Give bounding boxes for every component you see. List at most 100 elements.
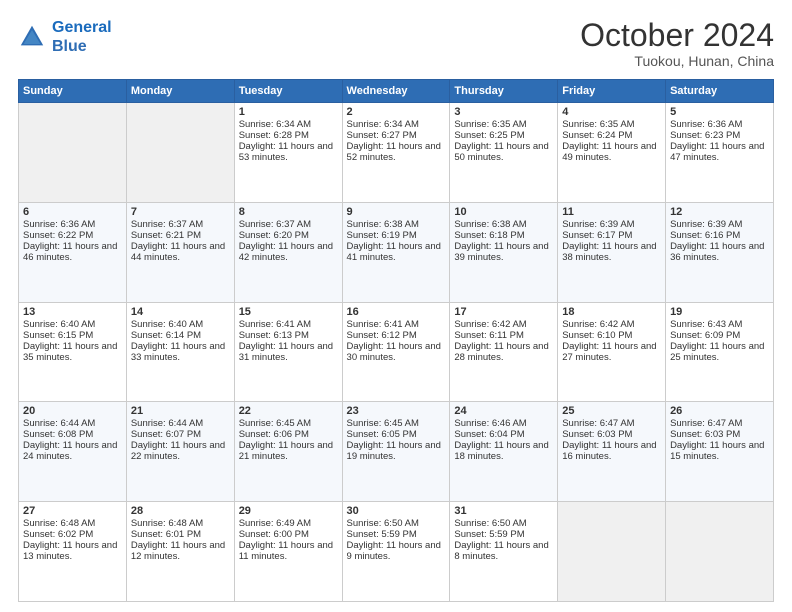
day-info: Daylight: 11 hours and 19 minutes.: [347, 440, 446, 462]
day-info: Daylight: 11 hours and 44 minutes.: [131, 241, 230, 263]
calendar-cell: 27Sunrise: 6:48 AMSunset: 6:02 PMDayligh…: [19, 502, 127, 602]
day-info: Daylight: 11 hours and 21 minutes.: [239, 440, 338, 462]
day-info: Sunset: 6:12 PM: [347, 330, 446, 341]
day-info: Daylight: 11 hours and 35 minutes.: [23, 341, 122, 363]
day-info: Daylight: 11 hours and 31 minutes.: [239, 341, 338, 363]
calendar-cell: 3Sunrise: 6:35 AMSunset: 6:25 PMDaylight…: [450, 103, 558, 203]
day-info: Sunrise: 6:40 AM: [131, 319, 230, 330]
day-number: 31: [454, 505, 553, 517]
day-info: Sunrise: 6:35 AM: [454, 119, 553, 130]
day-info: Sunset: 6:03 PM: [670, 429, 769, 440]
day-info: Sunset: 6:24 PM: [562, 130, 661, 141]
day-number: 10: [454, 206, 553, 218]
day-info: Daylight: 11 hours and 18 minutes.: [454, 440, 553, 462]
day-info: Daylight: 11 hours and 16 minutes.: [562, 440, 661, 462]
day-info: Sunset: 6:11 PM: [454, 330, 553, 341]
month-title: October 2024: [580, 18, 774, 53]
calendar-cell: 31Sunrise: 6:50 AMSunset: 5:59 PMDayligh…: [450, 502, 558, 602]
calendar-cell: 30Sunrise: 6:50 AMSunset: 5:59 PMDayligh…: [342, 502, 450, 602]
day-of-week-header: Tuesday: [234, 80, 342, 103]
title-block: October 2024 Tuokou, Hunan, China: [580, 18, 774, 69]
day-info: Sunset: 6:17 PM: [562, 230, 661, 241]
calendar-cell: 23Sunrise: 6:45 AMSunset: 6:05 PMDayligh…: [342, 402, 450, 502]
calendar-table: SundayMondayTuesdayWednesdayThursdayFrid…: [18, 79, 774, 602]
day-info: Daylight: 11 hours and 42 minutes.: [239, 241, 338, 263]
calendar-week-row: 1Sunrise: 6:34 AMSunset: 6:28 PMDaylight…: [19, 103, 774, 203]
calendar-cell: 14Sunrise: 6:40 AMSunset: 6:14 PMDayligh…: [126, 302, 234, 402]
day-number: 11: [562, 206, 661, 218]
day-info: Daylight: 11 hours and 46 minutes.: [23, 241, 122, 263]
day-info: Daylight: 11 hours and 12 minutes.: [131, 540, 230, 562]
calendar-cell: 4Sunrise: 6:35 AMSunset: 6:24 PMDaylight…: [558, 103, 666, 203]
day-info: Sunrise: 6:40 AM: [23, 319, 122, 330]
day-info: Sunrise: 6:36 AM: [670, 119, 769, 130]
day-info: Sunrise: 6:45 AM: [347, 418, 446, 429]
day-info: Sunset: 6:25 PM: [454, 130, 553, 141]
day-number: 30: [347, 505, 446, 517]
calendar-cell: 22Sunrise: 6:45 AMSunset: 6:06 PMDayligh…: [234, 402, 342, 502]
day-info: Sunset: 6:03 PM: [562, 429, 661, 440]
day-number: 20: [23, 405, 122, 417]
day-info: Sunset: 6:19 PM: [347, 230, 446, 241]
day-number: 25: [562, 405, 661, 417]
header: General Blue October 2024 Tuokou, Hunan,…: [18, 18, 774, 69]
day-number: 7: [131, 206, 230, 218]
day-number: 13: [23, 306, 122, 318]
day-info: Daylight: 11 hours and 11 minutes.: [239, 540, 338, 562]
calendar-cell: 17Sunrise: 6:42 AMSunset: 6:11 PMDayligh…: [450, 302, 558, 402]
calendar-cell: 12Sunrise: 6:39 AMSunset: 6:16 PMDayligh…: [666, 202, 774, 302]
day-info: Sunset: 6:06 PM: [239, 429, 338, 440]
day-info: Sunrise: 6:44 AM: [23, 418, 122, 429]
day-number: 29: [239, 505, 338, 517]
day-number: 16: [347, 306, 446, 318]
day-info: Daylight: 11 hours and 9 minutes.: [347, 540, 446, 562]
day-info: Sunset: 5:59 PM: [454, 529, 553, 540]
day-info: Sunset: 6:18 PM: [454, 230, 553, 241]
day-info: Sunrise: 6:35 AM: [562, 119, 661, 130]
day-info: Sunrise: 6:41 AM: [239, 319, 338, 330]
day-info: Sunrise: 6:47 AM: [562, 418, 661, 429]
day-of-week-header: Monday: [126, 80, 234, 103]
day-info: Daylight: 11 hours and 24 minutes.: [23, 440, 122, 462]
calendar-cell: [558, 502, 666, 602]
day-number: 3: [454, 106, 553, 118]
day-info: Sunrise: 6:43 AM: [670, 319, 769, 330]
calendar-cell: 15Sunrise: 6:41 AMSunset: 6:13 PMDayligh…: [234, 302, 342, 402]
logo-blue: Blue: [52, 38, 87, 55]
day-number: 4: [562, 106, 661, 118]
day-info: Sunset: 6:23 PM: [670, 130, 769, 141]
day-info: Sunset: 6:16 PM: [670, 230, 769, 241]
day-info: Sunrise: 6:38 AM: [347, 219, 446, 230]
calendar-cell: [19, 103, 127, 203]
day-info: Sunset: 6:05 PM: [347, 429, 446, 440]
day-number: 24: [454, 405, 553, 417]
day-of-week-header: Thursday: [450, 80, 558, 103]
day-info: Sunrise: 6:49 AM: [239, 518, 338, 529]
day-number: 17: [454, 306, 553, 318]
day-info: Sunrise: 6:45 AM: [239, 418, 338, 429]
day-info: Daylight: 11 hours and 41 minutes.: [347, 241, 446, 263]
day-info: Sunset: 6:15 PM: [23, 330, 122, 341]
day-number: 12: [670, 206, 769, 218]
day-number: 5: [670, 106, 769, 118]
day-info: Daylight: 11 hours and 52 minutes.: [347, 141, 446, 163]
day-of-week-header: Sunday: [19, 80, 127, 103]
day-info: Sunrise: 6:48 AM: [23, 518, 122, 529]
calendar-cell: [126, 103, 234, 203]
calendar-cell: 6Sunrise: 6:36 AMSunset: 6:22 PMDaylight…: [19, 202, 127, 302]
calendar-cell: 8Sunrise: 6:37 AMSunset: 6:20 PMDaylight…: [234, 202, 342, 302]
day-info: Sunset: 6:04 PM: [454, 429, 553, 440]
day-info: Sunset: 6:10 PM: [562, 330, 661, 341]
day-info: Sunset: 6:13 PM: [239, 330, 338, 341]
calendar-cell: 2Sunrise: 6:34 AMSunset: 6:27 PMDaylight…: [342, 103, 450, 203]
day-info: Sunset: 6:00 PM: [239, 529, 338, 540]
calendar-cell: 11Sunrise: 6:39 AMSunset: 6:17 PMDayligh…: [558, 202, 666, 302]
day-number: 22: [239, 405, 338, 417]
day-number: 1: [239, 106, 338, 118]
calendar-cell: 18Sunrise: 6:42 AMSunset: 6:10 PMDayligh…: [558, 302, 666, 402]
day-info: Sunset: 6:22 PM: [23, 230, 122, 241]
day-number: 15: [239, 306, 338, 318]
day-info: Sunset: 6:08 PM: [23, 429, 122, 440]
day-info: Sunrise: 6:48 AM: [131, 518, 230, 529]
day-info: Daylight: 11 hours and 13 minutes.: [23, 540, 122, 562]
